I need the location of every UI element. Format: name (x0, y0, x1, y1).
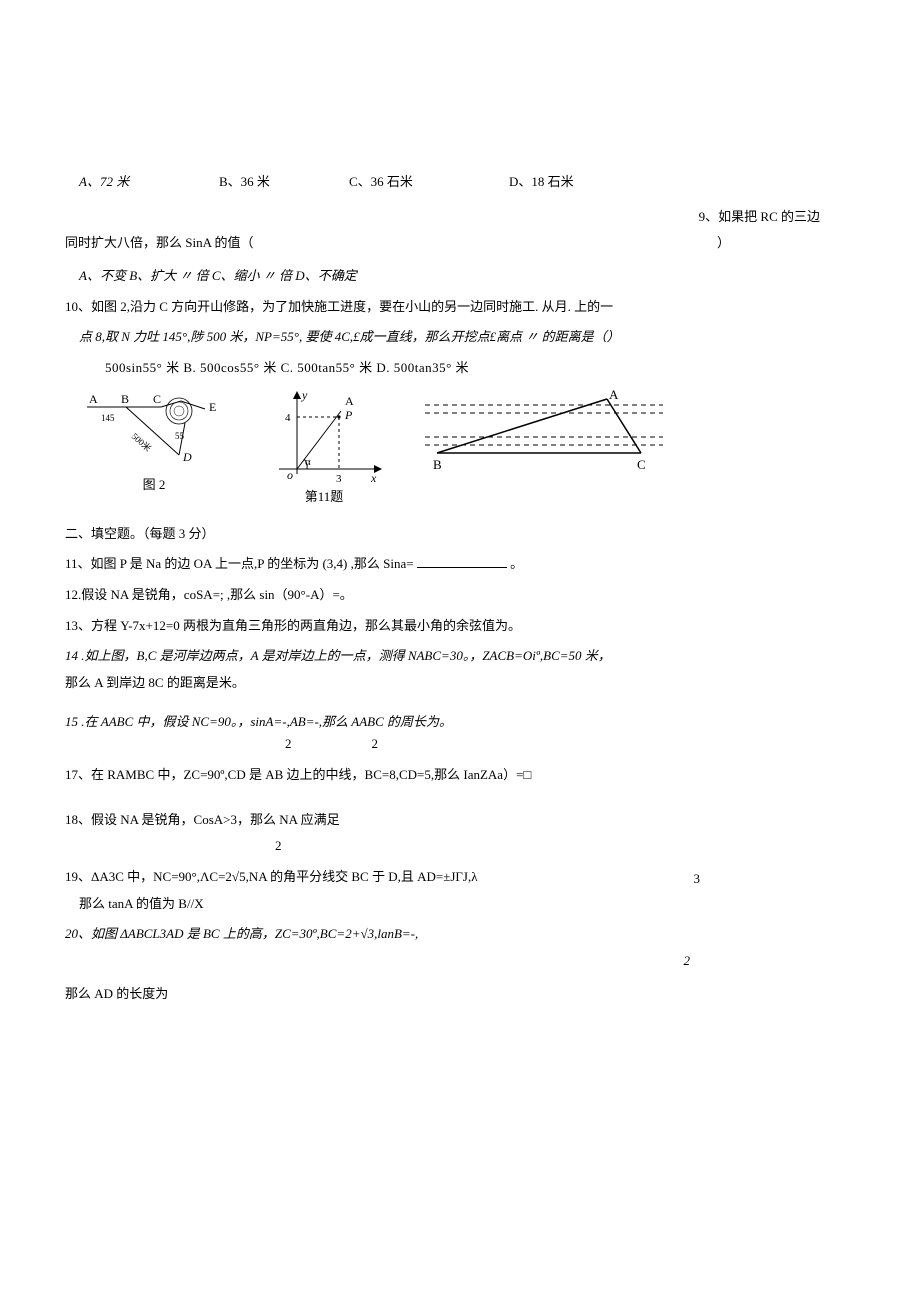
q11-text-b: 。 (510, 556, 523, 571)
river-B: B (433, 457, 442, 472)
q17: 17、在 RAMBC 中，ZC=90º,CD 是 AB 边上的中线，BC=8,C… (65, 767, 531, 782)
q8-opt-b: B、36 米 (219, 170, 349, 195)
fig2-label-b: B (121, 392, 129, 406)
fig2-label-c: C (153, 392, 161, 406)
river-C: C (637, 457, 646, 472)
q11-text-a: 11、如图 P 是 Na 的边 OA 上一点,P 的坐标为 (3,4) ,那么 … (65, 556, 414, 571)
q19-rnum: 3 (694, 867, 701, 892)
q13: 13、方程 Y-7x+12=0 两根为直角三角形的两直角边，那么其最小角的余弦值… (65, 618, 521, 633)
q8-opt-a: A、72 米 (79, 170, 219, 195)
fig2-label-d: D (182, 450, 192, 464)
q8-opt-c: C、36 石米 (349, 170, 509, 195)
q11-P: P (344, 408, 353, 422)
figure-q11: y A P 4 o α 3 x 第11题 (259, 389, 389, 510)
q11-four: 4 (285, 412, 291, 424)
q11-y: y (301, 389, 308, 402)
q20-l1: 20、如图 ΔABCL3AD 是 BC 上的高，ZC=30º,BC=2+√3,l… (65, 926, 418, 941)
q9-opts: A、不变 B、扩大 〃 倍 C、缩小 〃 倍 D、不确定 (79, 268, 357, 283)
q18-l1: 18、假设 NA 是锐角，CosA>3，那么 NA 应满足 (65, 812, 340, 827)
q14-l1: 14 .如上图，B,C 是河岸边两点，A 是对岸边上的一点，测得 NABC=30… (65, 648, 611, 663)
q11-three: 3 (336, 473, 342, 485)
q10-choices: 500sin55° 米 B. 500cos55° 米 C. 500tan55° … (105, 360, 469, 375)
q20-frac: 2 (684, 953, 691, 968)
q8-opt-d: D、18 石米 (509, 170, 574, 195)
q9-lead: 9、如果把 RC 的三边 (699, 205, 820, 230)
section2-header: 二、填空题。（每题 3 分） (65, 526, 215, 541)
q14-l2: 那么 A 到岸边 8C 的距离是米。 (65, 675, 245, 690)
q11-x: x (370, 471, 377, 485)
river-A: A (609, 389, 619, 402)
q11-blank (417, 554, 507, 568)
q15-frac-a: 2 (285, 732, 292, 757)
fig2-len: 500米 (130, 430, 154, 453)
q11-A: A (345, 394, 354, 408)
q19-l1: 19、ΔA3C 中，NC=90°,ΛC=2√5,NA 的角平分线交 BC 于 D… (65, 869, 478, 884)
q11-alpha: α (305, 456, 311, 468)
fig2-label-e: E (209, 400, 216, 414)
q9-paren-close: ） (717, 231, 850, 256)
q12: 12.假设 NA 是锐角，coSA=; ,那么 sin（90°-A）=。 (65, 587, 353, 602)
q15-frac-b: 2 (372, 732, 379, 757)
figure-2: A B C E 145 500米 55 D 图 2 (79, 389, 229, 498)
q10-l1: 10、如图 2,沿力 C 方向开山修路，为了加快施工进度，要在小山的另一边同时施… (65, 299, 613, 314)
q11-caption: 第11题 (305, 485, 344, 510)
figure-river: A B C (419, 389, 669, 484)
fig2-label-a: A (89, 392, 98, 406)
q10-l2: 点 8,取 N 力吐 145°,陟 500 米，NP=55°, 要使 4C,£成… (79, 329, 620, 344)
q15-l1: 15 .在 AABC 中，假设 NC=90。，sinA=-,AB=-,那么 AA… (65, 714, 452, 729)
q19-l2: 那么 tanA 的值为 B//X (79, 896, 204, 911)
q11-O: o (287, 468, 293, 482)
q9-line2: 同时扩大八倍，那么 SinA 的值（ (65, 231, 254, 256)
q18-frac: 2 (275, 838, 282, 853)
fig2-angle-145: 145 (101, 413, 115, 423)
q20-l2: 那么 AD 的长度为 (65, 986, 168, 1001)
fig2-caption: 图 2 (143, 473, 166, 498)
fig2-ang55: 55 (175, 431, 185, 441)
